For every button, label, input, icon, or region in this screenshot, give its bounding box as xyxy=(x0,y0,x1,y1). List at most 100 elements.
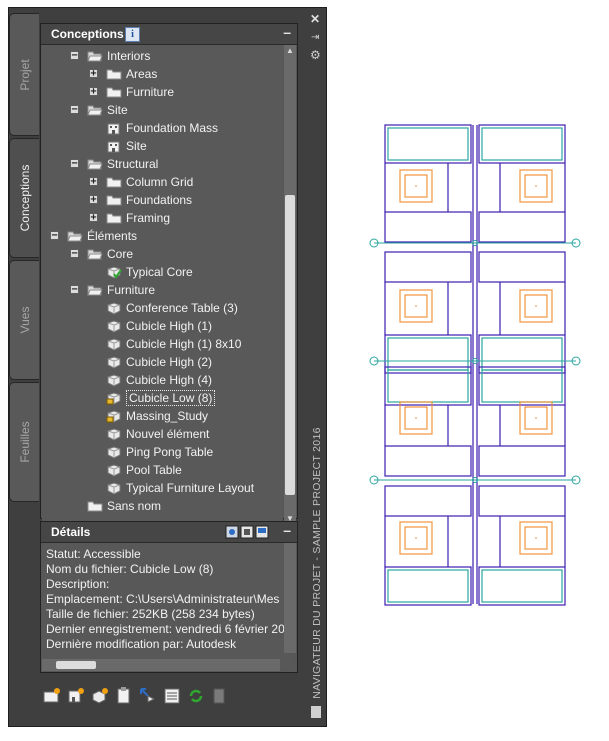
tree-item[interactable]: Cubicle High (1) xyxy=(42,317,282,335)
detail-line: Dernier enregistrement: vendredi 6 févri… xyxy=(46,622,285,636)
expand-icon[interactable]: + xyxy=(89,213,98,223)
tree-item[interactable]: − Éléments xyxy=(42,227,282,245)
menu-icon[interactable] xyxy=(311,706,321,718)
element-lock-icon xyxy=(106,409,122,423)
tab-feuilles[interactable]: Feuilles xyxy=(9,382,39,502)
element-icon xyxy=(106,373,122,387)
detail-line: Description: xyxy=(46,577,110,591)
tree-item[interactable]: Cubicle High (4) xyxy=(42,371,282,389)
shelf-unit xyxy=(387,569,469,603)
tree-item[interactable]: Cubicle Low (8) xyxy=(42,389,282,407)
folder-open-icon xyxy=(87,247,103,261)
details-body: Statut: Accessible Nom du fichier: Cubicl… xyxy=(42,543,291,668)
shelf-unit xyxy=(387,337,469,371)
partition-panel xyxy=(478,485,566,517)
tree-item[interactable]: Cubicle High (2) xyxy=(42,353,282,371)
new-folder-icon[interactable] xyxy=(42,686,62,706)
cubicle-frame xyxy=(384,566,472,606)
tree-item[interactable]: + Foundations xyxy=(42,191,282,209)
detail-line: Statut: Accessible xyxy=(46,547,141,561)
tree-item-label: Core xyxy=(107,247,134,261)
tree-item-label: Typical Furniture Layout xyxy=(126,481,255,495)
tree-item[interactable]: Foundation Mass xyxy=(42,119,282,137)
tree-item[interactable]: − Core xyxy=(42,245,282,263)
tree-item[interactable]: − Interiors xyxy=(42,47,282,65)
collapse-icon[interactable]: − xyxy=(50,231,59,241)
tree-item[interactable]: + Areas xyxy=(42,65,282,83)
folder-open-icon xyxy=(67,229,83,243)
tree-item[interactable]: − Furniture xyxy=(42,281,282,299)
properties-icon[interactable]: ⚙ xyxy=(310,48,321,62)
tab-conceptions[interactable]: Conceptions xyxy=(9,138,39,258)
element-icon xyxy=(106,463,122,477)
properties-icon[interactable] xyxy=(162,686,182,706)
tree-item-label: Ping Pong Table xyxy=(126,445,214,459)
paste-icon[interactable] xyxy=(114,686,134,706)
info-icon[interactable]: i xyxy=(125,27,140,42)
pin-icon[interactable]: ⇥ xyxy=(311,32,319,43)
collapse-icon[interactable]: − xyxy=(70,285,79,295)
tree-item[interactable]: − Site xyxy=(42,101,282,119)
folder-icon xyxy=(106,85,122,99)
conceptions-title: Conceptions xyxy=(51,27,124,41)
details-view-icons[interactable] xyxy=(225,525,269,539)
tab-projet-label: Projet xyxy=(17,58,32,91)
collapse-icon[interactable]: − xyxy=(70,159,79,169)
expand-icon[interactable]: + xyxy=(89,69,98,79)
repath-icon[interactable] xyxy=(210,686,230,706)
element-check-icon xyxy=(106,265,122,279)
tree-item[interactable]: Massing_Study xyxy=(42,407,282,425)
add-building-icon[interactable] xyxy=(66,686,86,706)
drawing-canvas xyxy=(369,124,581,606)
tree-scrollbar[interactable]: ▲ ▼ xyxy=(284,45,296,525)
scrollbar-thumb[interactable] xyxy=(285,195,295,495)
attach-xref-icon[interactable] xyxy=(138,686,158,706)
element-icon xyxy=(106,319,122,333)
scroll-up-icon[interactable]: ▲ xyxy=(284,45,296,57)
tree-item[interactable]: − Structural xyxy=(42,155,282,173)
tab-vues[interactable]: Vues xyxy=(9,260,39,380)
chair-center xyxy=(535,185,537,187)
folder-open-icon xyxy=(87,49,103,63)
refresh-icon[interactable] xyxy=(186,686,206,706)
collapse-icon[interactable]: − xyxy=(70,105,79,115)
new-element-icon[interactable] xyxy=(90,686,110,706)
tree-item-label: Furniture xyxy=(107,283,156,297)
collapse-icon[interactable]: − xyxy=(70,51,79,61)
conceptions-collapse-button[interactable]: – xyxy=(283,24,291,40)
tree-item[interactable]: Cubicle High (1) 8x10 xyxy=(42,335,282,353)
tree-item-label: Cubicle High (4) xyxy=(126,373,213,387)
details-hscrollbar[interactable] xyxy=(42,659,280,671)
tree-item[interactable]: Ping Pong Table xyxy=(42,443,282,461)
tree-item[interactable]: Conference Table (3) xyxy=(42,299,282,317)
tree-item[interactable]: + Column Grid xyxy=(42,173,282,191)
tree-item-label: Foundation Mass xyxy=(126,121,219,135)
collapse-icon[interactable]: − xyxy=(70,249,79,259)
tree-item[interactable]: + Furniture xyxy=(42,83,282,101)
details-header: Détails – xyxy=(41,522,297,543)
partition-panel xyxy=(384,211,472,243)
tree-item[interactable]: Nouvel élément xyxy=(42,425,282,443)
expand-icon[interactable]: + xyxy=(89,177,98,187)
tree-item[interactable]: Sans nom xyxy=(42,497,282,515)
tree-item[interactable]: Typical Core xyxy=(42,263,282,281)
shelf-unit xyxy=(387,127,469,161)
tree-item[interactable]: Site xyxy=(42,137,282,155)
folder-icon xyxy=(106,67,122,81)
tree-item[interactable]: + Framing xyxy=(42,209,282,227)
tree-item-label: Interiors xyxy=(107,49,151,63)
expand-icon[interactable]: + xyxy=(89,87,98,97)
expand-icon[interactable]: + xyxy=(89,195,98,205)
tree-item-label: Cubicle Low (8) xyxy=(126,390,216,406)
details-collapse-button[interactable]: – xyxy=(283,522,291,538)
folder-icon xyxy=(87,499,103,513)
details-scrollbar[interactable] xyxy=(284,543,296,653)
hscroll-thumb[interactable] xyxy=(56,661,96,669)
shelf-unit xyxy=(481,369,563,403)
folder-open-icon xyxy=(87,157,103,171)
tree-item[interactable]: Pool Table xyxy=(42,461,282,479)
tree-item[interactable]: Typical Furniture Layout xyxy=(42,479,282,497)
tree-item-label: Éléments xyxy=(87,229,138,243)
close-icon[interactable]: ✕ xyxy=(310,12,320,26)
tab-projet[interactable]: Projet xyxy=(9,13,39,136)
